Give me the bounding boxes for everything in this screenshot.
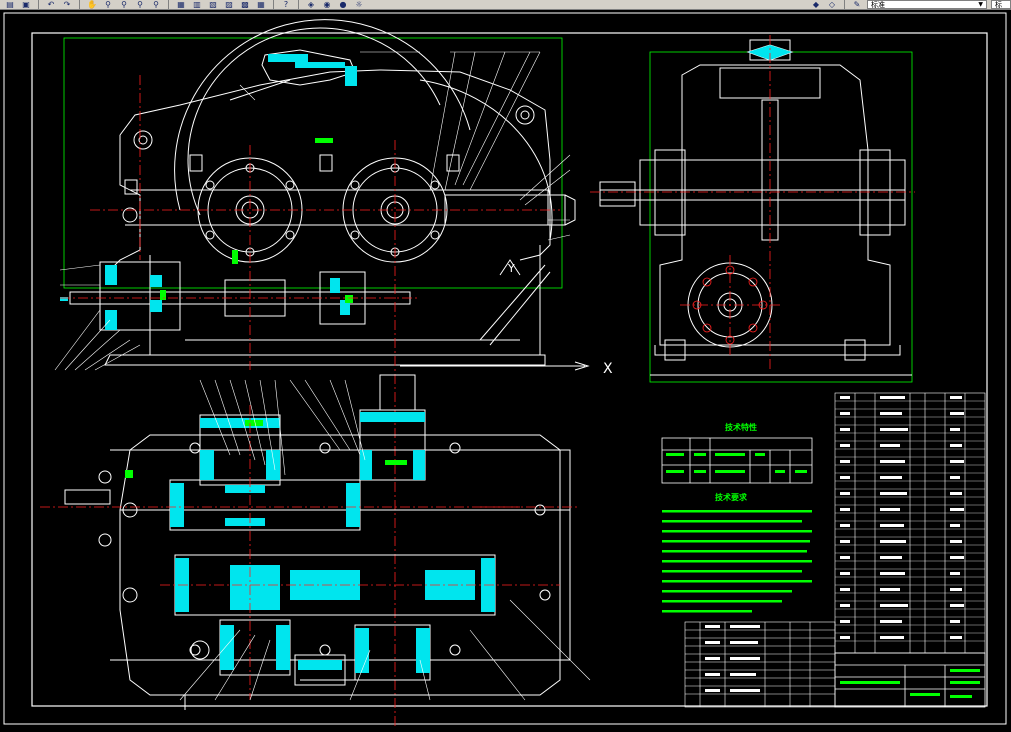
cad-drawing: X Y 技术特性 技术要求 [3, 12, 1007, 730]
zoom-previous-icon[interactable]: ⚲ [134, 0, 146, 9]
drawing-canvas[interactable]: X Y 技术特性 技术要求 [0, 10, 1011, 730]
open-icon[interactable]: ▤ [4, 0, 16, 9]
toolbar-separator [273, 0, 274, 9]
dim-style-combo[interactable]: 标 [991, 0, 1011, 9]
toolbar-separator [38, 0, 39, 9]
plan-view-hatch [170, 412, 495, 673]
pan-icon[interactable]: ✋ [86, 0, 98, 9]
toolbar-separator [79, 0, 80, 9]
axis-label-x: X [603, 361, 613, 377]
properties-icon[interactable]: ▦ [175, 0, 187, 9]
layer-manager-icon[interactable]: ◆ [810, 0, 822, 9]
text-style-icon[interactable]: ✎ [851, 0, 863, 9]
title-block-green [840, 669, 980, 698]
plan-view-centerlines [40, 405, 580, 700]
title-block [834, 652, 986, 708]
front-view-green [160, 138, 353, 303]
front-view-hatch [60, 54, 357, 330]
tech-spec-title: 技术特性 [725, 422, 757, 432]
tech-spec-table-fill [666, 453, 807, 473]
standard-toolbar: ▤ ▣ ↶ ↷ ✋ ⚲ ⚲ ⚲ ⚲ ▦ ▥ ▧ ▨ ▩ ▦ ? ◈ ◉ ● ☼ … [0, 0, 1011, 10]
toolbar-separator [168, 0, 169, 9]
layer-freeze-icon[interactable]: ☼ [353, 0, 365, 9]
parts-list-lower-text [705, 625, 760, 692]
tech-spec-table [661, 437, 813, 484]
front-view [63, 19, 576, 366]
markup-icon[interactable]: ▩ [239, 0, 251, 9]
axis-indicator [400, 361, 590, 371]
layer-icon[interactable]: ◈ [305, 0, 317, 9]
outer-border [3, 12, 1007, 725]
layer-previous-icon[interactable]: ◉ [321, 0, 333, 9]
toolbar-separator [844, 0, 845, 9]
dim-style-value: 标 [995, 0, 1002, 9]
tech-req-lines [662, 510, 812, 613]
layer-state-icon[interactable]: ◇ [826, 0, 838, 9]
save-icon[interactable]: ▣ [20, 0, 32, 9]
zoom-extents-icon[interactable]: ⚲ [150, 0, 162, 9]
parts-list-text [840, 396, 964, 639]
sheet-set-icon[interactable]: ▨ [223, 0, 235, 9]
tech-req-title: 技术要求 [715, 492, 748, 502]
toolbar-separator [298, 0, 299, 9]
design-center-icon[interactable]: ▥ [191, 0, 203, 9]
help-icon[interactable]: ? [280, 0, 292, 9]
chevron-down-icon: ▼ [978, 0, 983, 8]
text-style-value: 标准 [871, 0, 885, 9]
plan-view [64, 374, 571, 710]
side-view-centerlines [590, 35, 915, 370]
front-view-centerlines [60, 75, 560, 730]
leader-lines [54, 51, 571, 371]
parts-list [834, 392, 986, 654]
calculator-icon[interactable]: ▦ [255, 0, 267, 9]
text-style-combo[interactable]: 标准 ▼ [867, 0, 987, 9]
tool-palettes-icon[interactable]: ▧ [207, 0, 219, 9]
axis-label-y: Y [507, 262, 515, 275]
undo-icon[interactable]: ↶ [45, 0, 57, 9]
zoom-window-icon[interactable]: ⚲ [118, 0, 130, 9]
plan-view-bolts [98, 442, 551, 660]
color-icon[interactable]: ● [337, 0, 349, 9]
redo-icon[interactable]: ↷ [61, 0, 73, 9]
zoom-realtime-icon[interactable]: ⚲ [102, 0, 114, 9]
parts-list-lower [684, 621, 836, 708]
